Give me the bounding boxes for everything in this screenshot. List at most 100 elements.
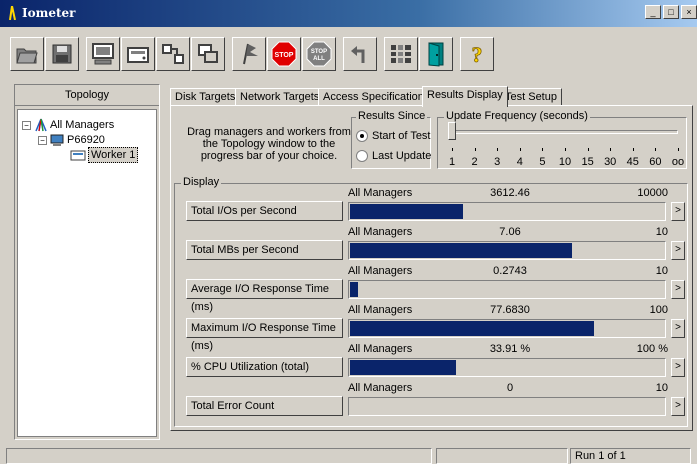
metric-arrow-button[interactable]: > [671,358,685,377]
slider-tick-label: 4 [516,156,523,168]
open-button[interactable] [10,37,44,71]
metric-max: 100 [649,304,668,316]
stop-button[interactable]: STOP [267,37,301,71]
worker-results-button[interactable] [384,37,418,71]
update-frequency-group: Update Frequency (seconds) 1 2 3 4 5 10 15 30 45… [437,110,687,169]
new-disk-worker-button[interactable] [121,37,155,71]
radio-start-of-test[interactable]: Start of Test [356,130,431,142]
metric-progress-fill [350,282,358,297]
metric-select-button[interactable]: Total MBs per Second [186,240,343,260]
metric-select-button[interactable]: Total I/Os per Second [186,201,343,221]
collapse-icon[interactable]: − [22,120,31,130]
tab-results-display[interactable]: Results Display [422,86,508,107]
tab-network-targets[interactable]: Network Targets [235,88,325,106]
radio-last-update[interactable]: Last Update [356,150,431,162]
maximize-button[interactable]: □ [663,5,679,19]
metric-scope-label: All Managers [348,343,413,355]
close-button[interactable]: × [681,5,697,19]
update-frequency-slider-track[interactable] [452,130,678,134]
tree-node-manager[interactable]: − P66920 [38,133,105,147]
metric-max: 10 [655,265,668,277]
metric-scope-label: All Managers [348,187,413,199]
slider-tick-label: 2 [471,156,478,168]
topology-tree[interactable]: − All Managers − P66920 Worker 1 [17,109,157,437]
computer-icon [50,134,64,146]
slider-tick-mark [632,148,634,151]
copy-worker-button[interactable] [191,37,225,71]
update-frequency-slider-thumb[interactable] [448,122,456,140]
metric-scope-label: All Managers [348,226,413,238]
metric-select-button[interactable]: Total Error Count [186,396,343,416]
status-bar: Run 1 of 1 [4,446,693,464]
slider-tick-label: 60 [649,156,662,168]
update-frequency-legend: Update Frequency (seconds) [444,110,590,122]
stop-icon: STOP [271,41,297,67]
slider-tick-label: 3 [494,156,501,168]
display-legend: Display [181,176,222,188]
svg-text:STOP: STOP [275,52,294,59]
tab-disk-targets[interactable]: Disk Targets [170,88,241,106]
metric-progress-bar [348,202,666,221]
tab-test-setup[interactable]: Test Setup [500,88,562,106]
tree-label-manager: P66920 [67,134,105,146]
metric-value: 7.06 [499,226,521,238]
metric-arrow-button[interactable]: > [671,241,685,260]
slider-tick-mark [655,148,657,151]
metric-progress-fill [350,321,594,336]
metric-value: 0.2743 [493,265,527,277]
collapse-icon[interactable]: − [38,135,47,145]
results-since-group: Results Since Start of Test Last Update [351,110,431,169]
slider-tick-mark [452,148,453,151]
stop-all-button[interactable]: STOP ALL [302,37,336,71]
tree-node-worker[interactable]: Worker 1 [70,147,139,163]
metric-max: 100 % [636,343,668,355]
metric-value: 0 [506,382,514,394]
save-button[interactable] [45,37,79,71]
slider-tick-mark [474,148,476,151]
metric-scope-label: All Managers [348,265,413,277]
metric-progress-bar [348,358,666,377]
metric-arrow-button[interactable]: > [671,397,685,416]
slider-tick-mark [565,148,566,151]
slider-tick-mark [678,148,679,151]
radio-unselected-icon[interactable] [356,150,368,162]
stop-all-icon: STOPALL [306,41,332,67]
metric-select-button[interactable]: % CPU Utilization (total) [186,357,343,377]
new-manager-button[interactable] [86,37,120,71]
topology-panel: Topology − All Managers − P66920 Worker … [14,84,160,440]
metric-select-button[interactable]: Average I/O Response Time (ms) [186,279,343,313]
results-grid-icon [391,45,411,63]
topology-header: Topology [15,85,159,106]
tab-access-specifications[interactable]: Access Specifications [318,88,435,106]
help-icon: ? [471,42,483,67]
slider-tick-mark [497,148,499,151]
radio-selected-icon[interactable] [356,130,368,142]
metric-max: 10000 [637,187,668,199]
tree-node-all-managers[interactable]: − All Managers [22,118,114,132]
metric-progress-fill [350,243,572,258]
metric-arrow-button[interactable]: > [671,202,685,221]
metric-value: 3612.46 [490,187,530,199]
metric-arrow-button[interactable]: > [671,280,685,299]
status-cell-main [6,448,432,464]
status-run: Run 1 of 1 [570,448,691,464]
start-button[interactable] [232,37,266,71]
metric-progress-bar [348,241,666,260]
svg-text:ALL: ALL [313,56,325,62]
about-button[interactable]: ? [460,37,494,71]
slider-tick-mark [542,148,544,151]
metric-progress-fill [350,360,456,375]
drag-hint-text: Drag managers and workers from the Topol… [187,126,351,162]
reset-button[interactable] [343,37,377,71]
minimize-button[interactable]: _ [645,5,661,19]
radio-label-last-update: Last Update [372,150,432,162]
slider-tick-label: 5 [539,156,546,168]
exit-button[interactable] [419,37,453,71]
slider-tick-mark [610,148,612,151]
radio-label-start-of-test: Start of Test [372,130,431,142]
new-network-worker-button[interactable] [156,37,190,71]
exit-door-icon [428,42,444,67]
slider-tick-label: oo [671,156,685,168]
metric-select-button[interactable]: Maximum I/O Response Time (ms) [186,318,343,352]
metric-arrow-button[interactable]: > [671,319,685,338]
